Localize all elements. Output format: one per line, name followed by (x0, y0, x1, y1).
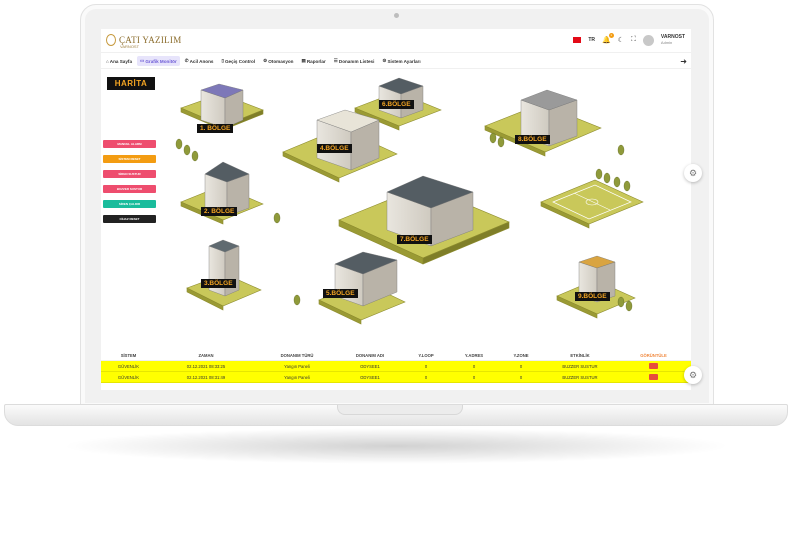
column-header: Y.LOOP (418, 353, 434, 358)
fullscreen-icon[interactable]: ⛶ (631, 36, 636, 44)
logo-mark-icon (106, 34, 116, 46)
table-cell: 0 (519, 374, 523, 380)
nav-item-0[interactable]: ⌂ Ana Sayfa (103, 57, 135, 66)
nav-item-label: Ana Sayfa (109, 58, 132, 64)
bell-icon[interactable]: 🔔 1 (602, 33, 614, 44)
zone-label-8[interactable]: 8.BÖLGE (515, 135, 550, 144)
column-header: DONANIM ADI (355, 353, 385, 358)
nav-item-label: Sistem Ayarları (387, 58, 421, 64)
nav-item-label: Geçiş Control (224, 58, 256, 64)
table-cell: Yangın Paneli (284, 363, 310, 369)
settings-icon: ⚙ (382, 58, 387, 63)
table-header: SİSTEM ZAMAN DONANIM TÜRÜ DONANIM ADI Y.LOOP… (101, 351, 691, 361)
building-6 (378, 77, 424, 119)
column-header: ZAMAN (198, 353, 214, 358)
table-cell: 0 (472, 363, 476, 369)
table-cell: 02.12.2021 08:31:49 (186, 374, 226, 380)
view-cell (616, 362, 691, 370)
column-header: ETKİNLİK (570, 353, 590, 358)
app-screen: ÇATI YAZILIM VARNOST TR 🔔 1 ☾ ⛶ VARNOST A… (101, 29, 691, 390)
nav-item-5[interactable]: ▤ Raporlar (299, 56, 329, 66)
table-cell: GÜVENLİK (117, 363, 140, 369)
laptop-notch (337, 405, 463, 415)
view-cell (616, 373, 691, 381)
table-cell: BUZZER SUSTUR (562, 363, 598, 369)
table-cell: 02.12.2021 08:33:25 (186, 363, 226, 369)
nav-item-label: Grafik Monitör (145, 58, 177, 64)
home-icon: ⌂ (106, 58, 109, 64)
moon-icon[interactable]: ☾ (618, 36, 624, 44)
table-cell: 0 (519, 363, 523, 369)
nav-item-7[interactable]: ⚙ Sistem Ayarları (379, 56, 423, 66)
main-nav: ⌂ Ana Sayfa ▭ Grafik Monitör ✆ Acil Anons ▯ Geç… (101, 54, 691, 69)
nav-item-label: Donanım Listesi (338, 58, 375, 64)
zone-label-6[interactable]: 6.BÖLGE (379, 100, 414, 109)
zone-label-5[interactable]: 5.BÖLGE (323, 289, 358, 298)
list-icon: ☰ (333, 58, 338, 63)
user-info[interactable]: VARNOST Admin (661, 34, 685, 46)
eye-icon[interactable] (649, 373, 658, 380)
notification-badge: 1 (608, 33, 614, 38)
settings-float-icon-2[interactable]: ⚙ (684, 366, 702, 384)
eye-icon[interactable] (649, 362, 658, 369)
map-panel: HARİTA MANUEL ALARM SİSTEM RESET SİREN SUS… (101, 70, 691, 340)
turkey-flag-icon[interactable] (573, 37, 582, 43)
nav-item-label: Otomasyon (268, 58, 294, 64)
table-cell: 0 (424, 374, 428, 380)
zone-label-4[interactable]: 4.BÖLGE (317, 144, 352, 153)
megaphone-icon: ✆ (184, 58, 189, 63)
top-bar: ÇATI YAZILIM VARNOST TR 🔔 1 ☾ ⛶ VARNOST A… (101, 29, 691, 53)
table-cell: GÜVENLİK (117, 374, 140, 380)
column-header: Y.ZONE (513, 353, 529, 358)
nav-item-6[interactable]: ☰ Donanım Listesi (331, 56, 378, 66)
zone-label-9[interactable]: 9.BÖLGE (575, 292, 610, 301)
monitor-icon: ▭ (140, 58, 145, 63)
zone-label-2[interactable]: 2. BÖLGE (201, 207, 238, 216)
report-icon: ▤ (301, 58, 306, 63)
door-icon: ▯ (221, 58, 224, 63)
building-1 (200, 83, 244, 129)
language-label[interactable]: TR (588, 37, 595, 43)
table-cell: 0 (424, 363, 428, 369)
logo[interactable]: ÇATI YAZILIM (106, 34, 182, 46)
nav-item-4[interactable]: ⚙ Otomasyon (260, 56, 296, 66)
zone-label-1[interactable]: 1. BÖLGE (197, 124, 234, 133)
table-cell: ODYSEE1 (360, 363, 380, 369)
table-cell: 0 (472, 374, 476, 380)
laptop-mockup: ÇATI YAZILIM VARNOST TR 🔔 1 ☾ ⛶ VARNOST A… (0, 0, 792, 544)
settings-float-icon[interactable]: ⚙ (684, 164, 702, 182)
table-cell: Yangın Paneli (284, 374, 310, 380)
table-row[interactable]: GÜVENLİK 02.12.2021 08:31:49 Yangın Paneli… (101, 372, 691, 383)
gear-icon: ⚙ (263, 58, 268, 63)
user-role: Admin (660, 40, 673, 45)
logo-subtitle: VARNOST (120, 44, 140, 49)
nav-item-label: Acil Anons (189, 58, 214, 64)
zone-label-3[interactable]: 3.BÖLGE (201, 279, 236, 288)
building-4 (316, 109, 380, 171)
arrow-right-icon[interactable]: ➜ (680, 57, 687, 66)
header-actions: TR 🔔 1 ☾ ⛶ VARNOST Admin (573, 33, 685, 46)
column-header: SİSTEM (120, 353, 137, 358)
laptop-shadow (60, 428, 732, 464)
column-header: Y.ADRES (464, 353, 484, 358)
nav-item-3[interactable]: ▯ Geçiş Control (218, 56, 258, 66)
column-header: GÖRÜNTÜLE (640, 353, 667, 358)
table-cell: ODYSEE1 (360, 374, 380, 380)
event-table: SİSTEM ZAMAN DONANIM TÜRÜ DONANIM ADI Y.LOOP… (101, 351, 691, 390)
nav-item-1[interactable]: ▭ Grafik Monitör (137, 56, 180, 66)
table-row[interactable]: GÜVENLİK 02.12.2021 08:33:25 Yangın Paneli… (101, 361, 691, 372)
column-header: DONANIM TÜRÜ (280, 353, 314, 358)
table-cell: BUZZER SUSTUR (562, 374, 598, 380)
camera (394, 13, 399, 18)
nav-item-label: Raporlar (306, 58, 326, 64)
avatar[interactable] (642, 34, 654, 46)
nav-item-2[interactable]: ✆ Acil Anons (182, 56, 217, 66)
zone-label-7[interactable]: 7.BÖLGE (397, 235, 432, 244)
laptop-base (4, 404, 788, 426)
